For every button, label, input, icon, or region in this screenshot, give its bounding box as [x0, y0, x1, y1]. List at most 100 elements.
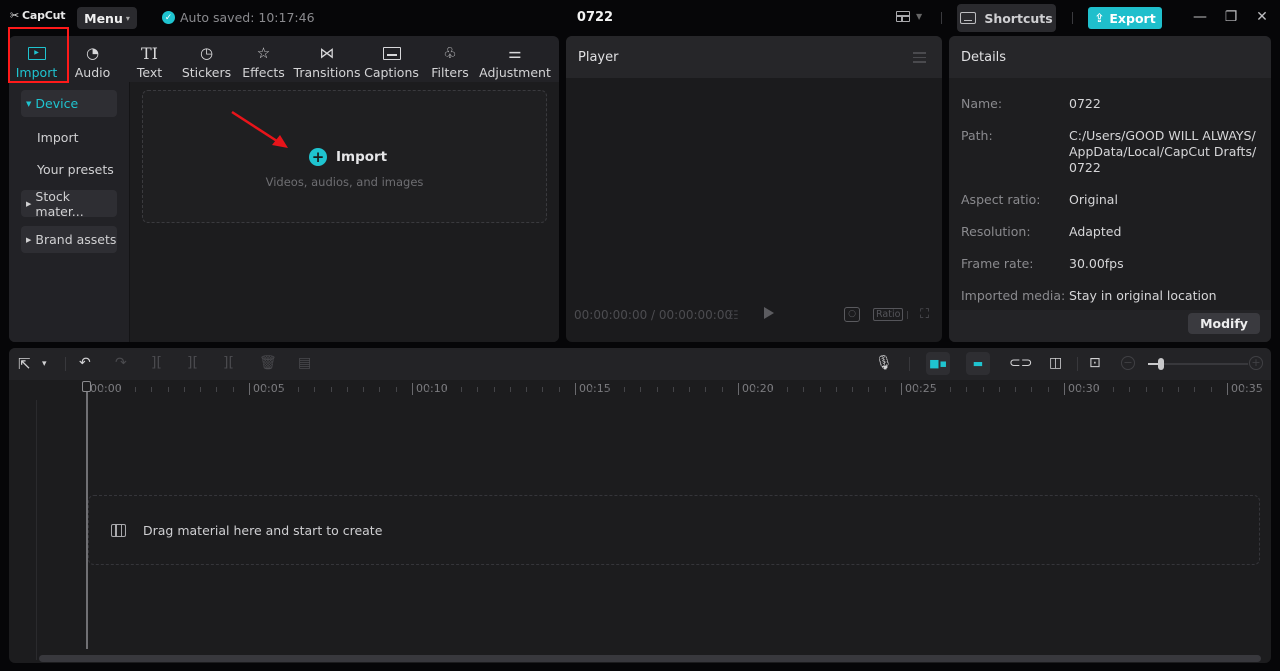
close-icon[interactable]: ✕	[1252, 9, 1272, 25]
fullscreen-icon[interactable]: ⛶	[920, 307, 929, 322]
plus-icon: +	[309, 148, 327, 166]
zoom-fit-icon[interactable]: ○	[844, 307, 860, 322]
tab-filters[interactable]: ♧ Filters	[421, 36, 479, 82]
media-panel: ▶ Import ◔ Audio TI Text ◷ Stickers ☆ Ef…	[9, 36, 559, 342]
ruler-minor-tick	[542, 387, 544, 392]
ruler-minor-tick	[493, 387, 495, 392]
sidebar-item-device[interactable]: ▼ Device	[21, 90, 117, 117]
undo-icon[interactable]: ↶	[79, 355, 91, 371]
timeline-scrollbar[interactable]	[39, 655, 1261, 662]
divider	[907, 311, 908, 319]
media-content: + Import Videos, audios, and images	[130, 82, 559, 342]
minimize-icon[interactable]: —	[1190, 9, 1210, 25]
ruler-minor-tick	[477, 387, 479, 392]
ruler-minor-tick	[444, 387, 446, 392]
detail-label-name: Name:	[961, 96, 1003, 111]
zoom-out-icon[interactable]: −	[1121, 356, 1135, 370]
ruler-minor-tick	[721, 387, 723, 392]
layout-button[interactable]: ▼	[896, 11, 922, 22]
shortcuts-button[interactable]: Shortcuts	[957, 4, 1056, 32]
menu-button[interactable]: Menu ▾	[77, 7, 137, 29]
details-panel: Details Name: 0722 Path: C:/Users/GOOD W…	[949, 36, 1271, 342]
export-icon: ⇪	[1094, 11, 1105, 25]
film-icon	[111, 524, 126, 537]
import-button[interactable]: + Import	[309, 148, 387, 166]
ruler-minor-tick	[102, 387, 104, 392]
ruler-minor-tick	[232, 387, 234, 392]
sidebar-item-brand-assets[interactable]: ▶ Brand assets	[21, 226, 117, 253]
delete-icon[interactable]: 🗑	[259, 355, 277, 371]
ruler-minor-tick	[134, 387, 136, 392]
tab-transitions[interactable]: ⋈ Transitions	[292, 36, 362, 82]
redo-icon[interactable]: ↷	[115, 355, 127, 371]
play-icon[interactable]	[764, 307, 774, 319]
detail-value-aspect-ratio: Original	[1069, 192, 1118, 207]
tab-effects[interactable]: ☆ Effects	[235, 36, 292, 82]
player-header: Player	[566, 36, 942, 78]
snap-toggle-icon[interactable]: ▬	[966, 352, 990, 375]
modify-button[interactable]: Modify	[1188, 313, 1260, 334]
sidebar-item-your-presets[interactable]: Your presets	[21, 156, 117, 183]
media-tabs: ▶ Import ◔ Audio TI Text ◷ Stickers ☆ Ef…	[9, 36, 559, 82]
divider	[941, 12, 942, 24]
ruler-minor-tick	[640, 387, 642, 392]
ruler-minor-tick	[672, 387, 674, 392]
ruler-minor-tick	[281, 387, 283, 392]
export-button[interactable]: ⇪ Export	[1088, 7, 1162, 29]
tab-stickers[interactable]: ◷ Stickers	[178, 36, 235, 82]
ruler-minor-tick	[509, 387, 511, 392]
microphone-icon[interactable]: 🎙	[875, 355, 893, 371]
import-dropzone[interactable]: + Import Videos, audios, and images	[142, 90, 547, 223]
ruler-minor-tick	[330, 387, 332, 392]
ruler-minor-tick	[982, 387, 984, 392]
sidebar-item-import[interactable]: Import	[21, 124, 117, 151]
grid-icon[interactable]: ☷	[728, 308, 739, 322]
ruler-minor-tick	[884, 387, 886, 392]
timeline-zoom-knob[interactable]	[1158, 358, 1164, 370]
detail-value-resolution: Adapted	[1069, 224, 1122, 239]
split-preview-icon[interactable]: ◫	[1049, 355, 1062, 371]
divider	[1077, 357, 1078, 371]
ratio-button[interactable]: Ratio	[873, 308, 904, 321]
detail-label-path: Path:	[961, 128, 993, 143]
chevron-down-icon[interactable]: ▾	[42, 359, 47, 369]
annotation-arrow-icon	[231, 110, 288, 148]
detail-label-imported-media: Imported media:	[961, 288, 1066, 303]
sidebar-item-stock-material[interactable]: ▶ Stock mater...	[21, 189, 117, 219]
timeline-ruler[interactable]: 00:00 00:05 00:10 00:15 00:20 00:25 00:30 00:35	[9, 380, 1271, 400]
split-icon[interactable]: ][	[151, 355, 162, 371]
text-icon: TI	[141, 43, 158, 63]
zoom-to-fit-icon[interactable]: ⊡	[1089, 355, 1101, 371]
detail-label-aspect-ratio: Aspect ratio:	[961, 192, 1041, 207]
divider	[909, 357, 910, 371]
ruler-tick-label: 00:25	[901, 383, 937, 395]
timeline-toolbar: ⇱ ▾ ↶ ↷ ][ ][ ][ 🗑 ▤ 🎙 ■▪ ▬ ⊂⊃ ◫ ⊡ − +	[9, 348, 1271, 380]
tab-captions[interactable]: Captions	[362, 36, 421, 82]
playhead-handle[interactable]	[82, 381, 91, 392]
tab-adjustment[interactable]: ⚌ Adjustment	[479, 36, 551, 82]
trim-left-icon[interactable]: ][	[187, 355, 198, 371]
ruler-minor-tick	[460, 387, 462, 392]
annotation-highlight-box	[8, 27, 69, 83]
player-menu-icon[interactable]	[913, 52, 926, 66]
media-sidebar: ▼ Device Import Your presets ▶ Stock mat…	[9, 82, 130, 342]
remove-clip-icon[interactable]: ▤	[298, 355, 311, 371]
restore-icon[interactable]: ❐	[1221, 9, 1241, 25]
details-header: Details	[949, 36, 1271, 78]
ruler-minor-tick	[949, 387, 951, 392]
ruler-minor-tick	[1178, 387, 1180, 392]
trim-right-icon[interactable]: ][	[223, 355, 234, 371]
link-icon[interactable]: ⊂⊃	[1009, 355, 1032, 371]
tab-audio[interactable]: ◔ Audio	[64, 36, 121, 82]
timeline-zoom-fill	[1148, 363, 1158, 365]
ruler-minor-tick	[1210, 387, 1212, 392]
select-cursor-icon[interactable]: ⇱	[18, 355, 31, 373]
zoom-in-icon[interactable]: +	[1249, 356, 1263, 370]
timeline-drop-zone[interactable]: Drag material here and start to create	[88, 495, 1260, 565]
capcut-logo: ✂ CapCut	[10, 9, 66, 22]
timeline-panel: ⇱ ▾ ↶ ↷ ][ ][ ][ 🗑 ▤ 🎙 ■▪ ▬ ⊂⊃ ◫ ⊡ − + 0…	[9, 348, 1271, 663]
tab-text[interactable]: TI Text	[121, 36, 178, 82]
magnet-link-toggle-icon[interactable]: ■▪	[926, 352, 950, 375]
ruler-minor-tick	[151, 387, 153, 392]
ruler-minor-tick	[118, 387, 120, 392]
